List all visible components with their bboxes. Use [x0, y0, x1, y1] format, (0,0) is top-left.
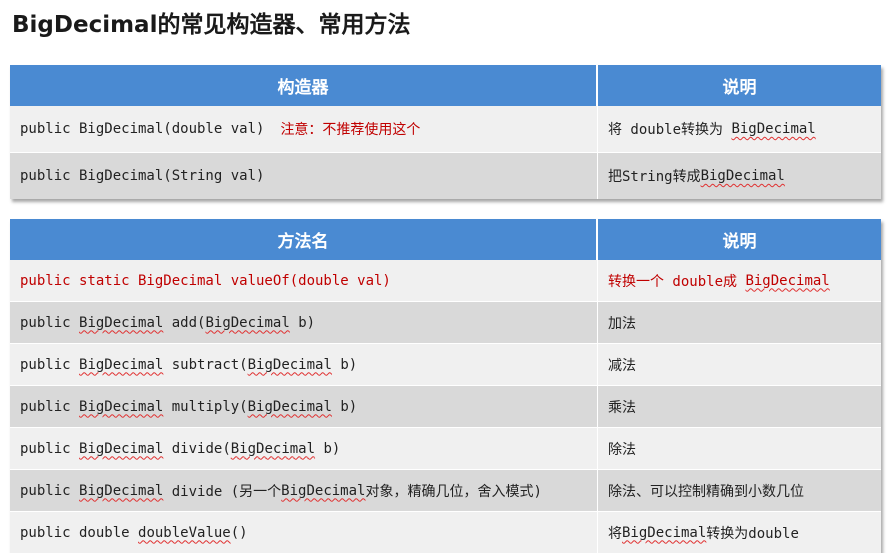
table-header: 方法名 说明: [10, 219, 881, 260]
signature-suffix: b): [289, 314, 316, 331]
method-name: doubleValue: [138, 524, 231, 541]
signature-suffix: b): [331, 356, 358, 373]
signature-prefix: public: [20, 356, 80, 373]
method-description: 除法: [608, 441, 636, 458]
description-text: 将 double转换为: [608, 122, 732, 138]
description-text: 把String转成: [608, 169, 701, 185]
signature-text: public static BigDecimal valueOf(double …: [20, 272, 391, 289]
signature-suffix: 对象，精确几位，舍入模式): [365, 483, 542, 500]
constructors-table: 构造器 说明 public BigDecimal(double val) 注意：…: [10, 65, 881, 199]
signature-prefix: public: [20, 314, 80, 331]
table-row: public static BigDecimal valueOf(double …: [10, 260, 881, 301]
table-row: public BigDecimal subtract(BigDecimal b)…: [10, 343, 881, 385]
method-signature: public BigDecimal subtract(BigDecimal b): [10, 344, 598, 385]
return-type: BigDecimal: [79, 398, 164, 415]
constructor-signature: public BigDecimal(double val) 注意：不推荐使用这个: [10, 106, 598, 152]
return-type: BigDecimal: [79, 482, 164, 499]
constructor-signature: public BigDecimal(String val): [10, 153, 598, 199]
method-description: 乘法: [608, 399, 636, 416]
table-row: public double doubleValue() 将 BigDecimal 转…: [10, 511, 881, 553]
class-name: BigDecimal: [700, 168, 785, 184]
method-description: 转换一个 double成 BigDecimal: [598, 260, 881, 301]
method-name: divide(: [163, 440, 231, 457]
header-method-name: 方法名: [10, 219, 598, 260]
method-name: add(: [163, 314, 206, 331]
table-header: 构造器 说明: [10, 65, 881, 106]
parameter-type: BigDecimal: [230, 440, 316, 457]
class-name: BigDecimal: [622, 524, 707, 541]
description-text: 转换一个 double成: [608, 273, 746, 290]
method-signature: public BigDecimal add(BigDecimal b): [10, 302, 598, 343]
signature-suffix: b): [315, 440, 341, 457]
constructor-description: 将 double转换为 BigDecimal: [598, 106, 881, 152]
table-row: public BigDecimal divide(BigDecimal b) 除…: [10, 427, 881, 469]
warning-note: 注意：不推荐使用这个: [280, 122, 421, 138]
signature-text: public BigDecimal(String val): [20, 168, 265, 184]
signature-prefix: public double: [20, 524, 139, 541]
method-signature: public BigDecimal multiply(BigDecimal b): [10, 386, 598, 427]
return-type: BigDecimal: [79, 356, 164, 373]
class-name: BigDecimal: [745, 272, 830, 289]
signature-suffix: b): [331, 398, 358, 415]
class-name: BigDecimal: [731, 121, 816, 137]
method-signature: public BigDecimal divide (另一个 BigDecimal 对…: [10, 470, 598, 511]
methods-table: 方法名 说明 public static BigDecimal valueOf(…: [10, 219, 881, 553]
method-description: 将 BigDecimal 转换为double: [598, 512, 881, 553]
constructor-description: 把String转成 BigDecimal: [598, 153, 881, 199]
signature-suffix: (): [230, 524, 248, 541]
method-description: 减法: [608, 357, 636, 374]
parameter-type: BigDecimal: [281, 482, 366, 499]
table-row: public BigDecimal(double val) 注意：不推荐使用这个…: [10, 106, 881, 152]
header-description: 说明: [722, 232, 757, 252]
table-row: public BigDecimal add(BigDecimal b) 加法: [10, 301, 881, 343]
method-signature: public double doubleValue(): [10, 512, 598, 553]
return-type: BigDecimal: [79, 314, 164, 331]
signature-prefix: public: [20, 398, 80, 415]
description-prefix: 将: [608, 525, 622, 542]
page-title: BigDecimal的常见构造器、常用方法: [12, 12, 411, 38]
header-description: 说明: [722, 78, 757, 98]
method-signature: public static BigDecimal valueOf(double …: [10, 260, 598, 301]
signature-prefix: public: [20, 482, 80, 499]
method-name: subtract(: [163, 356, 248, 373]
table-row: public BigDecimal divide (另一个 BigDecimal 对…: [10, 469, 881, 511]
signature-text: public BigDecimal(double val): [20, 121, 265, 137]
description-suffix: 转换为double: [706, 525, 799, 542]
table-row: public BigDecimal multiply(BigDecimal b)…: [10, 385, 881, 427]
signature-prefix: public: [20, 440, 80, 457]
parameter-type: BigDecimal: [205, 314, 290, 331]
method-description: 除法、可以控制精确到小数几位: [608, 483, 804, 500]
header-constructor: 构造器: [10, 65, 598, 106]
method-description: 加法: [608, 315, 636, 332]
table-row: public BigDecimal(String val) 把String转成 B…: [10, 152, 881, 199]
return-type: BigDecimal: [79, 440, 164, 457]
parameter-type: BigDecimal: [247, 398, 332, 415]
method-signature: public BigDecimal divide(BigDecimal b): [10, 428, 598, 469]
method-name: divide (另一个: [163, 483, 282, 500]
method-name: multiply(: [163, 398, 248, 415]
parameter-type: BigDecimal: [247, 356, 332, 373]
